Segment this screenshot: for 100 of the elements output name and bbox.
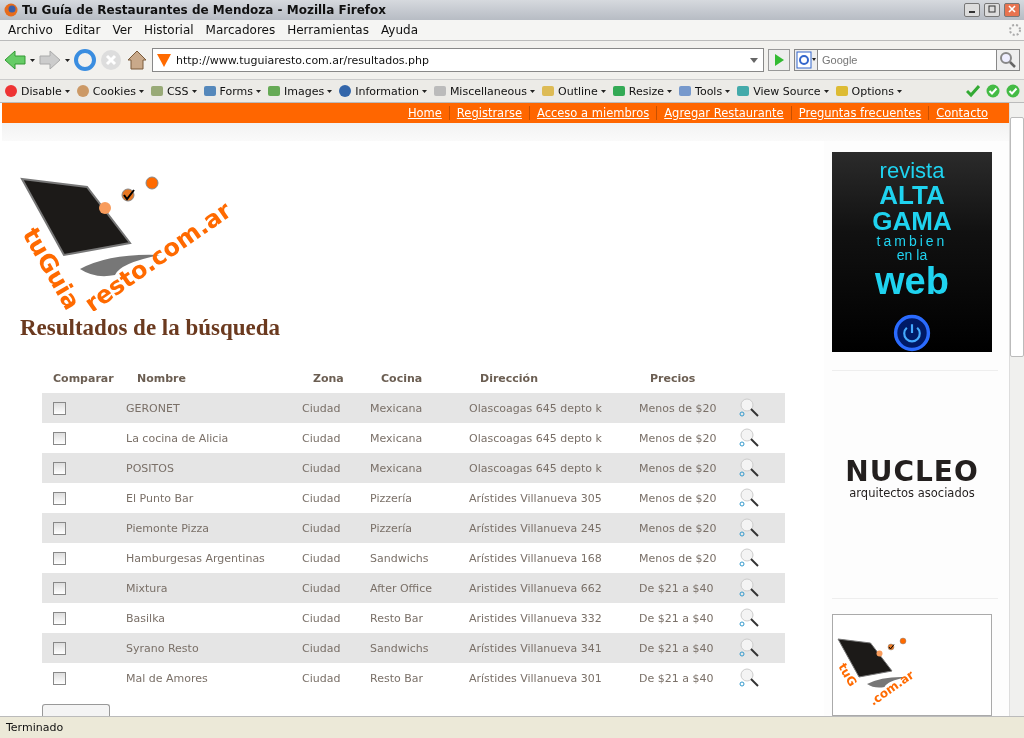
toolbar-menu[interactable]: Outline [541,84,606,98]
close-button[interactable] [1004,3,1020,17]
menu-item[interactable]: Historial [138,23,200,37]
caret-icon [65,58,70,62]
compare-checkbox[interactable] [53,641,66,655]
table-cell-text: De $21 a $40 [639,611,715,625]
banner-text: GAMA [872,208,952,234]
banner-text: tambien [876,234,948,248]
toolbar-menu[interactable]: CSS [149,84,197,98]
ad-title: NUCLEO [845,458,979,486]
magnifier-icon[interactable] [739,608,759,628]
caret-icon [897,89,902,93]
minimize-button[interactable] [964,3,980,17]
toolbar-menu[interactable]: Options [834,84,902,98]
table-cell-text: Sandwichs [370,551,430,565]
magnifier-icon[interactable] [739,488,759,508]
ad-banner[interactable]: revista ALTA GAMA tambien en la web [832,152,992,352]
magnifier-icon[interactable] [739,668,759,688]
banner-text: ALTA [879,182,945,208]
table-cell-text: Arístides Villanueva 245 [469,521,603,535]
menu-item[interactable]: Editar [58,23,107,37]
caret-icon [667,89,673,93]
compare-checkbox[interactable] [53,461,66,475]
compare-checkbox[interactable] [53,431,66,445]
column-header: Dirección [479,371,539,385]
disable-icon [4,84,18,98]
table-cell-text: Mexicana [370,461,424,475]
check-circle-icon [986,84,1000,98]
compare-button[interactable] [42,704,110,716]
menu-item[interactable]: Ayuda [374,23,425,37]
toolbar-menu[interactable]: Tools [678,84,731,98]
check-icon [966,84,980,98]
toolbar-menu[interactable]: Information [338,84,427,98]
toolbar-menu[interactable]: Images [267,84,333,98]
table-cell-text: Hamburgesas Argentinas [126,551,266,565]
compare-checkbox[interactable] [53,671,66,685]
table-cell-text: Piemonte Pizza [126,521,210,535]
compare-checkbox[interactable] [53,581,66,595]
go-icon[interactable] [768,49,790,71]
magnifier-icon[interactable] [739,638,759,658]
table-cell-text: Ciudad [302,431,342,445]
close-icon [1008,5,1016,13]
table-cell-text: Pizzería [370,521,414,535]
status-text: Terminado [6,721,64,734]
menu-item[interactable]: Archivo [2,23,59,37]
column-header: Cocina [380,371,424,385]
back-arrow-icon[interactable] [4,50,26,70]
table-cell-text: Ciudad [302,611,342,625]
window-title: Tu Guía de Restaurantes de Mendoza - Mozilla Firefox [22,3,388,17]
caret-icon [600,89,606,93]
toolbar-menu[interactable]: Miscellaneous [432,84,535,98]
banner-text: web [875,262,949,300]
banner-text: en la [896,248,928,262]
table-cell-text: Aristides Villanueva 662 [469,581,603,595]
toolbar-menu[interactable]: Forms [202,84,261,98]
magnifier-icon[interactable] [739,458,759,478]
magnifier-icon[interactable] [739,548,759,568]
table-cell-text: De $21 a $40 [639,671,715,685]
scrollbar[interactable] [1009,103,1024,716]
menu-item[interactable]: Herramientas [281,23,375,37]
search-icon[interactable] [996,49,1020,71]
magnifier-icon[interactable] [739,398,759,418]
table-cell-text: Basilka [126,611,167,625]
table-cell-text: Mexicana [370,401,424,415]
menu-item[interactable]: Ver [106,23,138,37]
table-cell-text: Syrano Resto [126,641,200,655]
caret-icon [725,89,731,93]
banner-text: revista [879,160,945,182]
table-cell-text: Arístides Villanueva 305 [469,491,603,505]
toolbar-menu[interactable]: Resize [611,84,673,98]
menu-item[interactable]: Marcadores [199,23,282,37]
table-cell-text: Ciudad [302,581,342,595]
compare-checkbox[interactable] [53,521,66,535]
toolbar-menu[interactable]: View Source [736,84,829,98]
toolbar-menu[interactable]: Disable [4,84,70,98]
table-cell-text: Menos de $20 [639,551,718,565]
home-icon[interactable] [126,49,148,71]
table-cell-text: Olascoagas 645 depto k [469,401,603,415]
caret-icon [64,89,70,93]
magnifier-icon[interactable] [739,578,759,598]
magnifier-icon[interactable] [739,428,759,448]
table-cell-text: De $21 a $40 [639,641,715,655]
toolbar-menu[interactable]: Cookies [75,84,144,98]
compare-checkbox[interactable] [53,551,66,565]
google-icon[interactable] [794,49,818,71]
search-field[interactable]: Google [818,49,996,71]
caret-icon [191,89,197,93]
compare-checkbox[interactable] [53,491,66,505]
table-cell-text: Ciudad [302,491,342,505]
table-cell-text: Olascoagas 645 depto k [469,431,603,445]
caret-icon [327,89,333,93]
table-cell-text: Resto Bar [370,671,424,685]
address-field[interactable]: http://www.tuguiaresto.com.ar/resultados.php [152,48,764,72]
compare-checkbox[interactable] [53,401,66,415]
magnifier-icon[interactable] [739,518,759,538]
table-cell-text: Menos de $20 [639,431,718,445]
table-cell-text: Ciudad [302,521,342,535]
compare-checkbox[interactable] [53,611,66,625]
ad-subtitle: arquitectos asociados [849,486,975,500]
forward-arrow-icon[interactable] [39,50,61,70]
